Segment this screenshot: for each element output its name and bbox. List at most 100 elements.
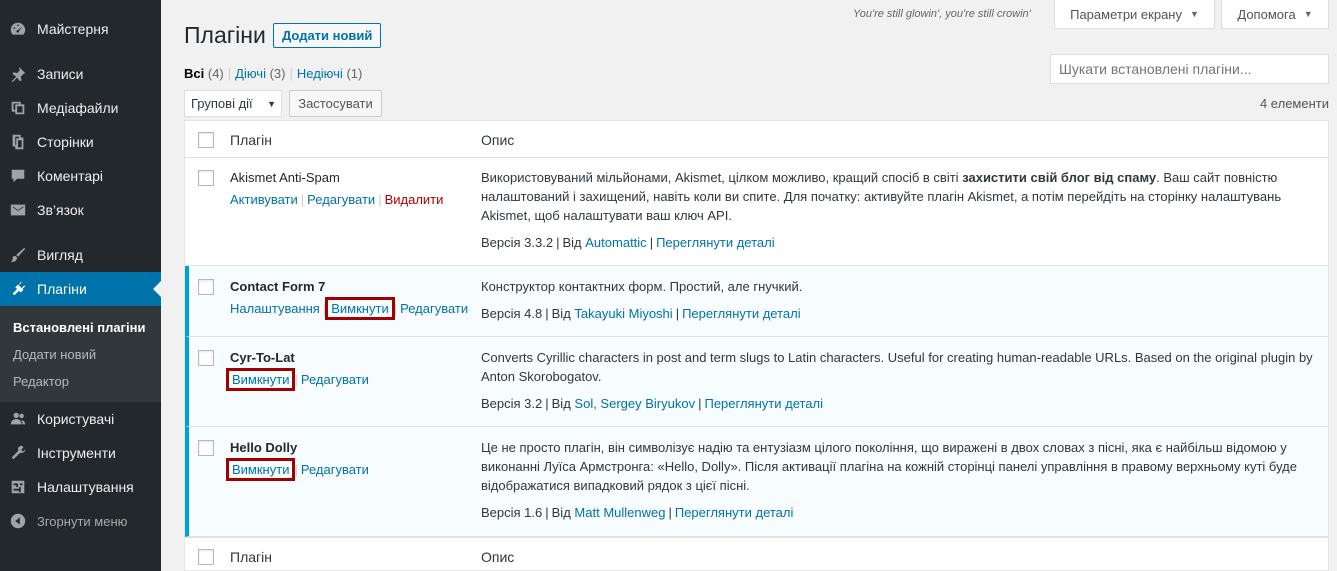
plugins-submenu: Встановлені плагіни Додати новий Редакто… — [0, 306, 161, 402]
plugin-icon — [0, 280, 36, 298]
edit-link[interactable]: Редагувати — [301, 462, 369, 477]
caret-down-icon: ▼ — [1303, 9, 1313, 19]
tools-icon — [0, 444, 36, 462]
edit-link[interactable]: Редагувати — [307, 192, 375, 207]
hello-dolly-lyric: You're still glowin', you're still crowi… — [853, 8, 1031, 20]
settings-link[interactable]: Налаштування — [230, 301, 320, 316]
submenu-editor[interactable]: Редактор — [13, 374, 69, 389]
delete-link[interactable]: Видалити — [385, 192, 444, 207]
plugin-description: Використовуваний мільйонами, Akismet, ці… — [481, 168, 1321, 225]
filter-inactive[interactable]: Недіючі — [297, 66, 343, 81]
add-new-plugin-button[interactable]: Додати новий — [273, 23, 382, 48]
sidebar-item-contact[interactable]: Зв’язок — [0, 193, 161, 227]
view-details-link[interactable]: Переглянути деталі — [675, 505, 794, 520]
author-link[interactable]: Sol, Sergey Biryukov — [574, 396, 695, 411]
help-button[interactable]: Допомога ▼ — [1221, 0, 1329, 29]
edit-link[interactable]: Редагувати — [301, 372, 369, 387]
sidebar-item-label: Майстерня — [37, 21, 109, 37]
deactivate-link[interactable]: Вимкнути — [225, 458, 296, 481]
view-details-link[interactable]: Переглянути деталі — [656, 235, 775, 250]
description-emphasis: захистити свій блог від спаму — [962, 170, 1157, 185]
select-all-checkbox[interactable] — [198, 549, 214, 565]
author-link[interactable]: Automattic — [585, 235, 646, 250]
deactivate-link[interactable]: Вимкнути — [225, 368, 296, 391]
sidebar-item-label: Коментарі — [37, 168, 104, 184]
row-checkbox[interactable] — [198, 170, 214, 186]
sidebar-item-posts[interactable]: Записи — [0, 57, 161, 91]
row-actions: Активувати | Редагувати | Видалити — [230, 192, 444, 207]
sidebar-item-dashboard[interactable]: Майстерня — [0, 12, 161, 46]
plugin-description: Конструктор контактних форм. Простий, ал… — [481, 279, 803, 294]
row-actions: Налаштування | Вимкнути | Редагувати — [230, 297, 469, 320]
filter-all[interactable]: Всі — [184, 66, 204, 81]
search-plugins-input[interactable] — [1050, 54, 1329, 84]
description-text: Використовуваний мільйонами, Akismet, ці… — [481, 170, 963, 185]
column-plugin: Плагін — [230, 132, 272, 148]
caret-down-icon: ▼ — [1189, 9, 1199, 19]
author-link[interactable]: Matt Mullenweg — [574, 505, 665, 520]
row-checkbox[interactable] — [198, 440, 214, 456]
activate-link[interactable]: Активувати — [230, 192, 298, 207]
column-description: Опис — [481, 549, 515, 565]
edit-link[interactable]: Редагувати — [400, 301, 468, 316]
sidebar-item-pages[interactable]: Сторінки — [0, 125, 161, 159]
plugin-version: Версія 3.2 — [481, 396, 543, 411]
sidebar-item-label: Користувачі — [37, 411, 115, 427]
filter-active[interactable]: Діючі — [235, 66, 266, 81]
items-count: 4 елементи — [1259, 96, 1329, 111]
filter-active-count: (3) — [269, 66, 286, 81]
submenu-add-new[interactable]: Додати новий — [13, 347, 96, 362]
sidebar-collapse-menu[interactable]: Згорнути меню — [0, 504, 161, 538]
media-icon — [0, 99, 36, 117]
table-row: Hello Dolly Вимкнути | Редагувати Це не пр… — [185, 427, 1328, 537]
sidebar-item-tools[interactable]: Інструменти — [0, 436, 161, 470]
table-row: Akismet Anti-Spam Активувати | Редагувати |… — [185, 158, 1328, 266]
plugin-version: Версія 4.8 — [481, 306, 543, 321]
sidebar-item-plugins[interactable]: Плагіни — [0, 272, 161, 306]
sidebar-item-label: Сторінки — [37, 134, 94, 150]
admin-sidebar: Майстерня Записи Медіафайли Сторінки Ком… — [0, 0, 161, 571]
plugin-version: Версія 1.6 — [481, 505, 543, 520]
by-label: Від — [551, 306, 571, 321]
plugin-status-filters: Всі (4) | Діючі (3) | Недіючі (1) — [184, 66, 363, 81]
bulk-actions-value: Групові дії — [191, 96, 253, 111]
table-header: Плагін Опис — [185, 121, 1328, 158]
sidebar-item-users[interactable]: Користувачі — [0, 402, 161, 436]
sidebar-item-label: Налаштування — [37, 479, 134, 495]
plugin-meta: Версія 1.6 | Від Matt Mullenweg | Переглянут… — [481, 505, 794, 520]
column-plugin: Плагін — [230, 549, 272, 565]
row-checkbox[interactable] — [198, 279, 214, 295]
submenu-installed-plugins[interactable]: Встановлені плагіни — [13, 320, 145, 335]
view-details-link[interactable]: Переглянути деталі — [682, 306, 801, 321]
table-row: Contact Form 7 Налаштування | Вимкнути | Ред… — [185, 266, 1328, 337]
column-description: Опис — [481, 132, 515, 148]
author-link[interactable]: Takayuki Miyoshi — [574, 306, 672, 321]
pages-icon — [0, 133, 36, 151]
filter-all-count: (4) — [207, 66, 224, 81]
plugin-meta: Версія 3.3.2 | Від Automattic | Переглянути … — [481, 235, 775, 250]
table-row: Cyr-To-Lat Вимкнути | Редагувати Converts … — [185, 337, 1328, 427]
screen-options-button[interactable]: Параметри екрану ▼ — [1054, 0, 1215, 29]
sidebar-item-appearance[interactable]: Вигляд — [0, 238, 161, 272]
sidebar-item-media[interactable]: Медіафайли — [0, 91, 161, 125]
select-all-checkbox[interactable] — [198, 132, 214, 148]
email-icon — [0, 201, 36, 219]
sidebar-item-comments[interactable]: Коментарі — [0, 159, 161, 193]
bulk-actions-select[interactable]: Групові дії ▼ — [184, 90, 282, 117]
row-actions: Вимкнути | Редагувати — [225, 458, 369, 481]
collapse-icon — [0, 512, 36, 530]
sidebar-item-label: Зв’язок — [37, 202, 84, 218]
deactivate-link[interactable]: Вимкнути — [325, 297, 395, 320]
view-details-link[interactable]: Переглянути деталі — [704, 396, 823, 411]
sidebar-item-settings[interactable]: Налаштування — [0, 470, 161, 504]
table-footer: Плагін Опис — [185, 537, 1328, 571]
row-checkbox[interactable] — [198, 350, 214, 366]
page-title: Плагіни — [184, 22, 266, 48]
apply-button[interactable]: Застосувати — [289, 90, 382, 117]
comments-icon — [0, 167, 36, 185]
by-label: Від — [551, 505, 571, 520]
sidebar-item-label: Записи — [37, 66, 84, 82]
row-actions: Вимкнути | Редагувати — [225, 368, 369, 391]
by-label: Від — [562, 235, 582, 250]
brush-icon — [0, 246, 36, 264]
